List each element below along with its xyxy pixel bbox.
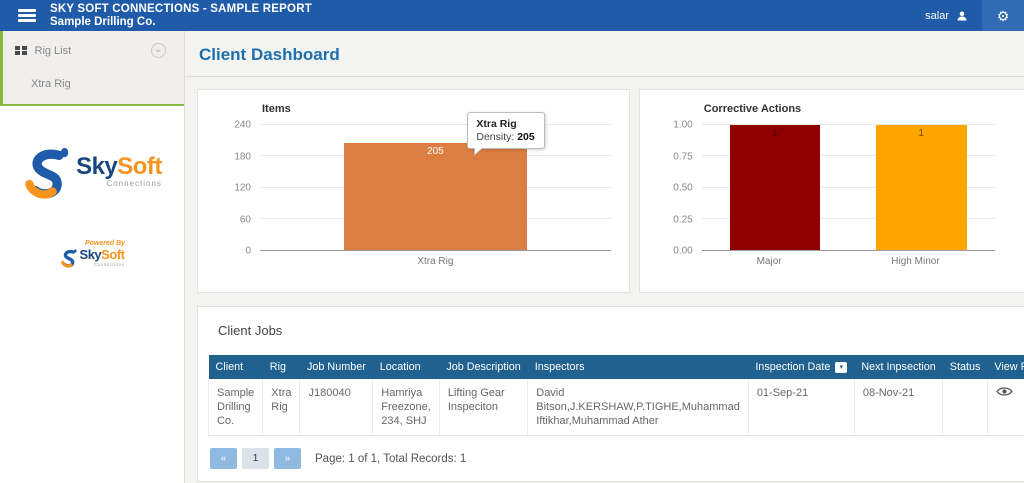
y-tick-label: 240 bbox=[234, 120, 251, 131]
col-view-report: View Report bbox=[987, 355, 1024, 379]
company-subtitle: Sample Drilling Co. bbox=[50, 16, 312, 29]
corrective-actions-chart-title: Corrective Actions bbox=[704, 103, 1024, 115]
pagination: « 1 » Page: 1 of 1, Total Records: 1 bbox=[208, 448, 1024, 469]
title-divider bbox=[185, 76, 1024, 77]
client-jobs-table: Client Rig Job Number Location Job Descr… bbox=[208, 355, 1024, 436]
powered-by-logo: Powered By SkySoft Connections bbox=[0, 240, 184, 268]
hamburger-menu-icon[interactable] bbox=[18, 7, 36, 25]
corrective-y-axis: 0.00 0.25 0.50 0.75 1.00 bbox=[658, 125, 702, 251]
powered-soft-text: Soft bbox=[101, 247, 124, 262]
items-y-axis: 0 60 120 180 240 bbox=[216, 125, 260, 251]
skysoft-swoosh-icon bbox=[22, 144, 72, 200]
items-chart-title: Items bbox=[262, 103, 611, 115]
powered-tagline: Connections bbox=[80, 262, 125, 267]
table-header-row: Client Rig Job Number Location Job Descr… bbox=[209, 355, 1024, 379]
col-job-description: Job Description bbox=[439, 355, 527, 379]
corrective-bar-high-minor[interactable]: 1 bbox=[876, 125, 967, 250]
skysoft-logo-text: SkySoft Connections bbox=[76, 156, 162, 188]
col-status: Status bbox=[943, 355, 988, 379]
pagination-page-button[interactable]: 1 bbox=[242, 448, 269, 469]
x-tick-label: Major bbox=[757, 256, 782, 267]
col-rig: Rig bbox=[263, 355, 300, 379]
corrective-plot-area: 1 1 bbox=[702, 125, 995, 251]
cell-inspectors: David Bitson,J.KERSHAW,P.TIGHE,Muhammad … bbox=[528, 379, 749, 436]
items-bar-xtra-rig[interactable]: 205 bbox=[344, 143, 526, 250]
navbar-right: salar ⚙ bbox=[911, 0, 1024, 31]
powered-by-swoosh-icon bbox=[60, 248, 78, 268]
y-tick-label: 120 bbox=[234, 183, 251, 194]
y-tick-label: 60 bbox=[240, 214, 251, 225]
bar-value-label: 1 bbox=[730, 128, 821, 139]
items-x-axis: Xtra Rig bbox=[260, 251, 611, 267]
page-title: Client Dashboard bbox=[199, 45, 1024, 65]
grid-icon bbox=[15, 46, 27, 56]
y-tick-label: 0.75 bbox=[673, 151, 692, 162]
logo-sky-text: Sky bbox=[76, 153, 117, 180]
settings-button[interactable]: ⚙ bbox=[982, 0, 1024, 31]
person-icon bbox=[956, 10, 968, 22]
col-next-inspection: Next Inpsection bbox=[854, 355, 942, 379]
app-title: SKY SOFT CONNECTIONS - SAMPLE REPORT bbox=[50, 3, 312, 16]
powered-sky-text: Sky bbox=[80, 247, 102, 262]
powered-by-caption: Powered By bbox=[85, 240, 125, 247]
table-row: Sample Drilling Co. Xtra Rig J180040 Ham… bbox=[209, 379, 1024, 436]
skysoft-logo: SkySoft Connections bbox=[0, 144, 184, 200]
cell-next-inspection: 08-Nov-21 bbox=[854, 379, 942, 436]
col-inspectors: Inspectors bbox=[528, 355, 749, 379]
navbar-titles: SKY SOFT CONNECTIONS - SAMPLE REPORT Sam… bbox=[50, 2, 312, 29]
client-jobs-card: Client Jobs Client Rig Job Number Locati… bbox=[197, 306, 1024, 482]
x-tick-label: Xtra Rig bbox=[417, 256, 453, 267]
x-tick-label: High Minor bbox=[891, 256, 939, 267]
chart-tooltip: Xtra Rig Density: 205 bbox=[467, 112, 544, 149]
tooltip-value: 205 bbox=[517, 131, 535, 143]
col-location: Location bbox=[373, 355, 440, 379]
y-tick-label: 180 bbox=[234, 151, 251, 162]
col-job-number: Job Number bbox=[300, 355, 373, 379]
cell-inspection-date: 01-Sep-21 bbox=[748, 379, 854, 436]
items-plot-area: 205 bbox=[260, 125, 611, 251]
corrective-actions-chart-card: Corrective Actions 0.00 0.25 0.50 0.75 1… bbox=[639, 89, 1024, 293]
corrective-bar-major[interactable]: 1 bbox=[730, 125, 821, 250]
gear-icon: ⚙ bbox=[997, 9, 1010, 23]
sidebar-item-xtra-rig[interactable]: Xtra Rig bbox=[3, 66, 184, 96]
cell-location: Hamriya Freezone, 234, SHJ bbox=[373, 379, 440, 436]
main-content: Client Dashboard Items 0 60 120 180 240 bbox=[185, 31, 1024, 483]
col-inspection-date[interactable]: Inspection Date▾ bbox=[748, 355, 854, 379]
y-tick-label: 0.50 bbox=[673, 183, 692, 194]
view-report-button[interactable] bbox=[987, 379, 1024, 436]
charts-row: Items 0 60 120 180 240 bbox=[197, 89, 1024, 293]
rig-list-label: Rig List bbox=[35, 45, 72, 57]
bar-value-label: 1 bbox=[876, 128, 967, 139]
pagination-summary: Page: 1 of 1, Total Records: 1 bbox=[315, 453, 466, 465]
top-navbar: SKY SOFT CONNECTIONS - SAMPLE REPORT Sam… bbox=[0, 0, 1024, 31]
cell-client: Sample Drilling Co. bbox=[209, 379, 263, 436]
cell-job-number: J180040 bbox=[300, 379, 373, 436]
y-tick-label: 0.00 bbox=[673, 246, 692, 257]
sidebar: Rig List ⌄ Xtra Rig SkySoft Connections … bbox=[0, 31, 185, 483]
corrective-x-axis: Major High Minor bbox=[702, 251, 995, 267]
cell-job-description: Lifting Gear Inspeciton bbox=[439, 379, 527, 436]
items-chart-card: Items 0 60 120 180 240 bbox=[197, 89, 630, 293]
y-tick-label: 1.00 bbox=[673, 120, 692, 131]
user-menu[interactable]: salar bbox=[911, 10, 982, 22]
cell-status bbox=[943, 379, 988, 436]
logo-soft-text: Soft bbox=[117, 153, 162, 180]
sidebar-menu: Rig List ⌄ Xtra Rig bbox=[0, 31, 184, 106]
sidebar-item-rig-list[interactable]: Rig List ⌄ bbox=[3, 35, 184, 66]
eye-icon bbox=[996, 386, 1013, 397]
logo-tagline: Connections bbox=[76, 179, 162, 188]
col-client: Client bbox=[209, 355, 263, 379]
pagination-next-button[interactable]: » bbox=[274, 448, 301, 469]
sort-icon[interactable]: ▾ bbox=[835, 362, 847, 373]
client-jobs-title: Client Jobs bbox=[218, 323, 1024, 338]
y-tick-label: 0.25 bbox=[673, 214, 692, 225]
cell-rig: Xtra Rig bbox=[263, 379, 300, 436]
tooltip-label: Density: bbox=[476, 131, 514, 143]
tooltip-title: Xtra Rig bbox=[476, 118, 534, 130]
username-label: salar bbox=[925, 10, 949, 22]
y-tick-label: 0 bbox=[245, 246, 251, 257]
pagination-prev-button[interactable]: « bbox=[210, 448, 237, 469]
chevron-down-icon[interactable]: ⌄ bbox=[151, 43, 166, 58]
